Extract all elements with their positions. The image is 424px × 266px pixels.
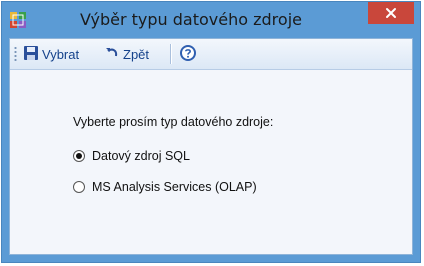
undo-icon (104, 45, 120, 64)
toolbar: Vybrat Zpět (10, 39, 412, 70)
close-icon (385, 4, 397, 23)
option-olap[interactable]: MS Analysis Services (OLAP) (73, 178, 257, 196)
radio-olap[interactable] (73, 181, 85, 193)
select-button[interactable]: Vybrat (23, 43, 79, 65)
toolbar-grip[interactable] (14, 46, 17, 63)
save-icon (23, 45, 39, 64)
back-label: Zpět (123, 46, 150, 62)
window-title: Výběr typu datového zdroje (80, 10, 302, 29)
radio-sql[interactable] (73, 150, 85, 162)
option-sql[interactable]: Datový zdroj SQL (73, 147, 190, 165)
help-button[interactable] (179, 43, 197, 65)
dialog-window: Výběr typu datového zdroje Vybrat Zpět V… (1, 1, 421, 263)
close-button[interactable] (368, 2, 414, 24)
select-label: Vybrat (42, 46, 80, 62)
option-olap-label: MS Analysis Services (OLAP) (92, 180, 257, 194)
back-button[interactable]: Zpět (104, 43, 149, 65)
toolbar-separator (170, 44, 172, 64)
option-sql-label: Datový zdroj SQL (92, 149, 190, 163)
help-icon (179, 44, 197, 65)
content-area: Vyberte prosím typ datového zdroje: Dato… (10, 70, 412, 254)
title-bar[interactable]: Výběr typu datového zdroje (2, 2, 420, 38)
dialog-client: Vybrat Zpět Vyberte prosím typ datového … (9, 38, 413, 255)
prompt-text: Vyberte prosím typ datového zdroje: (73, 115, 274, 129)
